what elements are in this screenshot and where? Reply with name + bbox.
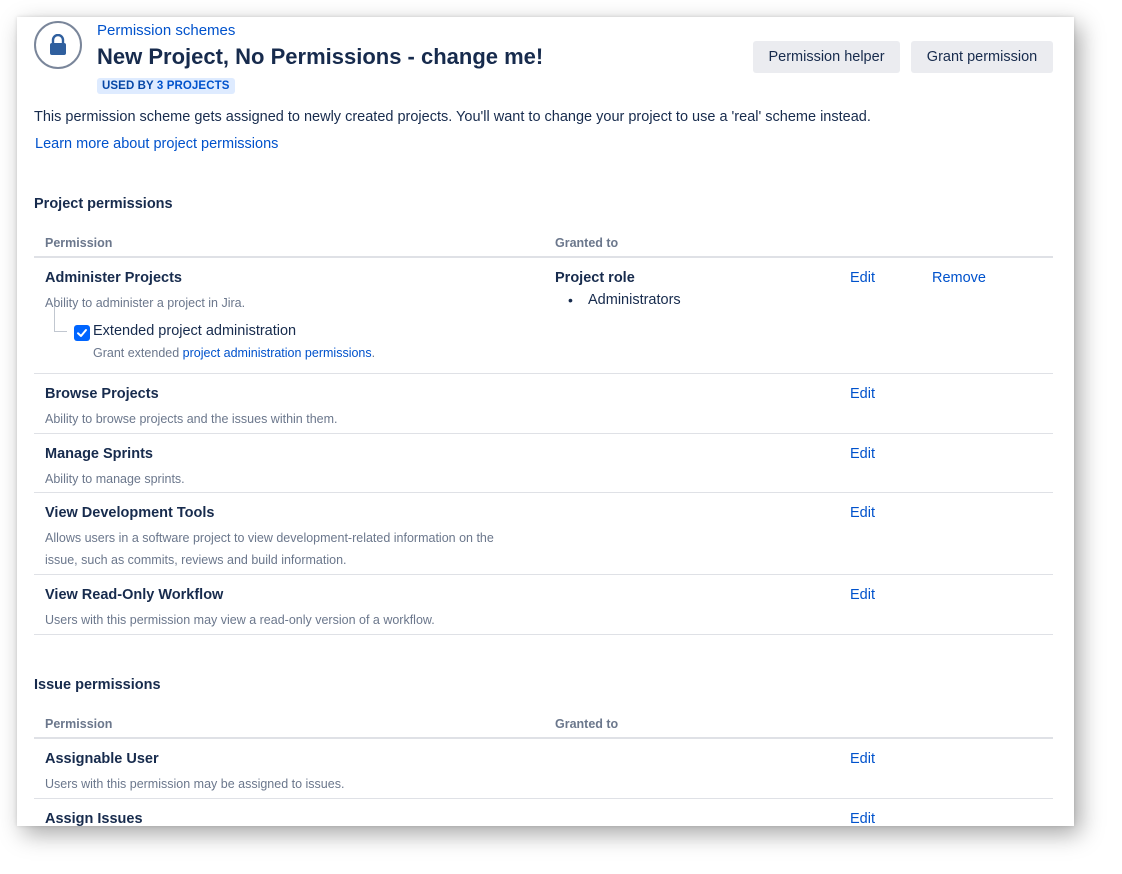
edit-link[interactable]: Edit <box>850 587 875 603</box>
permission-scheme-card: Permission schemes New Project, No Permi… <box>17 17 1074 826</box>
project-admin-permissions-link[interactable]: project administration permissions <box>183 346 372 360</box>
col-granted-to: Granted to <box>555 717 619 731</box>
permission-description: Ability to manage sprints. <box>45 472 185 486</box>
edit-link[interactable]: Edit <box>850 386 875 402</box>
check-icon <box>77 329 87 337</box>
table-row: Administer Projects Ability to administe… <box>34 258 1053 374</box>
used-by-prefix: USED BY <box>102 80 154 92</box>
extended-admin-description: Grant extended project administration pe… <box>93 346 375 360</box>
permission-name: Assign Issues <box>45 811 143 826</box>
edit-link[interactable]: Edit <box>850 505 875 521</box>
scheme-avatar <box>34 21 82 69</box>
ext-desc-prefix: Grant extended <box>93 346 180 360</box>
used-by-count[interactable]: 3 PROJECTS <box>157 80 230 92</box>
issue-permissions-section: Issue permissions Permission Granted to … <box>34 677 1053 826</box>
edit-link[interactable]: Edit <box>850 270 875 286</box>
permission-name: View Read-Only Workflow <box>45 587 224 603</box>
permission-description: Users with this permission may be assign… <box>45 777 345 791</box>
col-permission: Permission <box>45 717 113 731</box>
granted-item: Administrators <box>568 292 681 308</box>
breadcrumb-permission-schemes[interactable]: Permission schemes <box>97 22 235 39</box>
permission-description: Users with this permission may view a re… <box>45 613 435 627</box>
remove-link[interactable]: Remove <box>932 270 986 286</box>
col-granted-to: Granted to <box>555 236 619 250</box>
edit-link[interactable]: Edit <box>850 751 875 767</box>
permission-description: Allows users in a software project to vi… <box>45 531 494 567</box>
granted-list: Administrators <box>568 292 681 308</box>
learn-more-link[interactable]: Learn more about project permissions <box>35 136 278 152</box>
edit-link[interactable]: Edit <box>850 811 875 826</box>
used-by-badge[interactable]: USED BY 3 PROJECTS <box>97 78 235 94</box>
section-title: Issue permissions <box>34 677 161 693</box>
extended-admin-label[interactable]: Extended project administration <box>93 323 296 339</box>
page-title: New Project, No Permissions - change me! <box>97 44 544 69</box>
permission-name: Assignable User <box>45 751 159 767</box>
permission-name: Manage Sprints <box>45 446 153 462</box>
permission-helper-button[interactable]: Permission helper <box>753 41 900 73</box>
col-permission: Permission <box>45 236 113 250</box>
table-header: Permission Granted to <box>34 693 1053 739</box>
edit-link[interactable]: Edit <box>850 446 875 462</box>
permission-name: View Development Tools <box>45 505 215 521</box>
grant-permission-button[interactable]: Grant permission <box>911 41 1053 73</box>
table-row: Browse Projects Ability to browse projec… <box>34 374 1053 434</box>
table-row: View Read-Only Workflow Users with this … <box>34 575 1053 635</box>
permission-name: Administer Projects <box>45 270 182 286</box>
lock-icon <box>50 34 66 55</box>
section-title: Project permissions <box>34 196 173 212</box>
table-header: Permission Granted to <box>34 212 1053 258</box>
scheme-description: This permission scheme gets assigned to … <box>34 109 871 125</box>
granted-type: Project role <box>555 270 635 286</box>
table-row: Assign Issues Edit <box>34 799 1053 826</box>
table-row: Manage Sprints Ability to manage sprints… <box>34 434 1053 493</box>
table-row: Assignable User Users with this permissi… <box>34 739 1053 799</box>
permission-name: Browse Projects <box>45 386 159 402</box>
extended-admin-checkbox[interactable] <box>74 325 90 341</box>
ext-desc-suffix: . <box>371 346 376 360</box>
tree-connector <box>54 306 67 332</box>
project-permissions-section: Project permissions Permission Granted t… <box>34 196 1053 635</box>
permission-description: Ability to administer a project in Jira. <box>45 296 246 310</box>
permission-description: Ability to browse projects and the issue… <box>45 412 338 426</box>
table-row: View Development Tools Allows users in a… <box>34 493 1053 575</box>
